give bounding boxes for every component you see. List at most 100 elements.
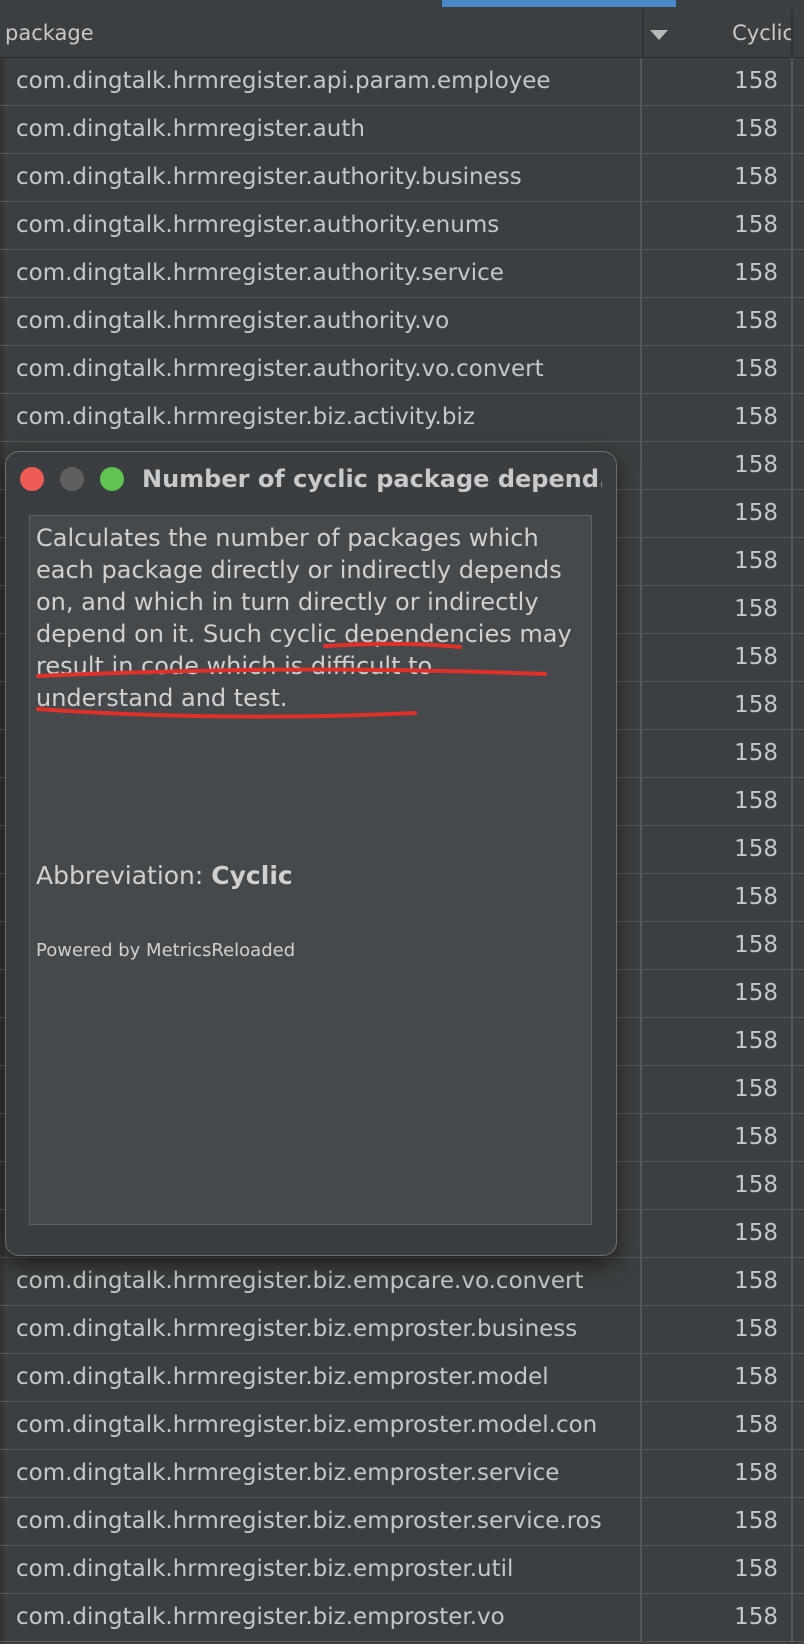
metric-description-popup: Number of cyclic package depend... Calcu… xyxy=(5,451,617,1256)
package-name-cell: com.dingtalk.hrmregister.authority.servi… xyxy=(16,260,504,286)
package-name-cell: com.dingtalk.hrmregister.biz.emproster.m… xyxy=(16,1364,549,1390)
cyclic-column-header[interactable]: Cyclic xyxy=(732,10,794,58)
cyclic-value-cell: 158 xyxy=(734,1508,778,1534)
column-divider xyxy=(640,826,642,873)
column-divider xyxy=(640,682,642,729)
cyclic-value-cell: 158 xyxy=(734,596,778,622)
table-row[interactable]: com.dingtalk.hrmregister.authority.servi… xyxy=(0,250,804,298)
column-divider-right xyxy=(791,874,793,921)
cyclic-value-cell: 158 xyxy=(734,1028,778,1054)
package-name-cell: com.dingtalk.hrmregister.authority.vo.co… xyxy=(16,356,544,382)
column-divider-right xyxy=(791,490,793,537)
table-row[interactable]: com.dingtalk.hrmregister.biz.emproster.b… xyxy=(0,1306,804,1354)
package-name-cell: com.dingtalk.hrmregister.authority.busin… xyxy=(16,164,522,190)
column-divider xyxy=(640,1018,642,1065)
column-divider-right xyxy=(791,922,793,969)
column-divider-right xyxy=(791,1450,793,1497)
table-row[interactable]: com.dingtalk.hrmregister.biz.emproster.m… xyxy=(0,1354,804,1402)
column-divider xyxy=(640,634,642,681)
table-row[interactable]: com.dingtalk.hrmregister.auth 158 xyxy=(0,106,804,154)
popup-title: Number of cyclic package depend... xyxy=(142,465,602,493)
column-divider-right xyxy=(791,1306,793,1353)
column-divider xyxy=(640,1402,642,1449)
cyclic-value-cell: 158 xyxy=(734,884,778,910)
powered-by-text: Powered by MetricsReloaded xyxy=(36,940,296,961)
table-row[interactable]: com.dingtalk.hrmregister.biz.emproster.s… xyxy=(0,1450,804,1498)
column-divider xyxy=(640,106,642,153)
package-name-cell: com.dingtalk.hrmregister.auth xyxy=(16,116,365,142)
table-row[interactable]: com.dingtalk.hrmregister.biz.emproster.m… xyxy=(0,1402,804,1450)
dropdown-arrow-icon[interactable] xyxy=(650,30,668,40)
column-divider-right xyxy=(791,970,793,1017)
column-divider xyxy=(640,1546,642,1593)
table-row[interactable]: com.dingtalk.hrmregister.biz.activity.bi… xyxy=(0,394,804,442)
column-divider-right xyxy=(791,154,793,201)
cyclic-value-cell: 158 xyxy=(734,1460,778,1486)
package-name-cell: com.dingtalk.hrmregister.biz.emproster.m… xyxy=(16,1412,598,1438)
cyclic-value-cell: 158 xyxy=(734,452,778,478)
cyclic-value-cell: 158 xyxy=(734,260,778,286)
column-divider xyxy=(640,490,642,537)
column-divider xyxy=(640,58,642,105)
column-divider xyxy=(640,298,642,345)
column-divider-right xyxy=(791,202,793,249)
table-row[interactable]: com.dingtalk.hrmregister.biz.emproster.s… xyxy=(0,1498,804,1546)
column-divider xyxy=(640,922,642,969)
abbreviation-value: Cyclic xyxy=(211,861,293,890)
cyclic-value-cell: 158 xyxy=(734,1556,778,1582)
column-divider-right xyxy=(791,1114,793,1161)
package-name-cell: com.dingtalk.hrmregister.biz.activity.bi… xyxy=(16,404,475,430)
cyclic-value-cell: 158 xyxy=(734,500,778,526)
table-row[interactable]: com.dingtalk.hrmregister.biz.empcare.vo.… xyxy=(0,1258,804,1306)
cyclic-value-cell: 158 xyxy=(734,1364,778,1390)
package-column-header[interactable]: package xyxy=(5,10,94,58)
table-row[interactable]: com.dingtalk.hrmregister.biz.emproster.u… xyxy=(0,1546,804,1594)
header-divider-right xyxy=(791,10,793,58)
package-name-cell: com.dingtalk.hrmregister.authority.vo xyxy=(16,308,450,334)
cyclic-value-cell: 158 xyxy=(734,68,778,94)
table-row[interactable]: com.dingtalk.hrmregister.authority.vo.co… xyxy=(0,346,804,394)
column-divider-right xyxy=(791,58,793,105)
cyclic-value-cell: 158 xyxy=(734,116,778,142)
column-divider-right xyxy=(791,826,793,873)
package-name-cell: com.dingtalk.hrmregister.biz.emproster.s… xyxy=(16,1460,560,1486)
cyclic-value-cell: 158 xyxy=(734,788,778,814)
column-divider-right xyxy=(791,1258,793,1305)
column-divider xyxy=(640,1162,642,1209)
table-row[interactable]: com.dingtalk.hrmregister.authority.busin… xyxy=(0,154,804,202)
cyclic-value-cell: 158 xyxy=(734,1220,778,1246)
cyclic-value-cell: 158 xyxy=(734,644,778,670)
column-divider xyxy=(640,1498,642,1545)
column-divider xyxy=(640,346,642,393)
table-row[interactable]: com.dingtalk.hrmregister.authority.enums… xyxy=(0,202,804,250)
cyclic-value-cell: 158 xyxy=(734,308,778,334)
cyclic-value-cell: 158 xyxy=(734,1412,778,1438)
column-divider-right xyxy=(791,442,793,489)
column-divider xyxy=(640,1210,642,1257)
column-divider xyxy=(640,586,642,633)
cyclic-value-cell: 158 xyxy=(734,356,778,382)
top-strip xyxy=(0,0,804,10)
column-divider-right xyxy=(791,1546,793,1593)
package-name-cell: com.dingtalk.hrmregister.authority.enums xyxy=(16,212,500,238)
table-row[interactable]: com.dingtalk.hrmregister.biz.emproster.v… xyxy=(0,1594,804,1642)
table-row[interactable]: com.dingtalk.hrmregister.api.param.emplo… xyxy=(0,58,804,106)
table-row[interactable]: com.dingtalk.hrmregister.authority.vo 158 xyxy=(0,298,804,346)
column-divider-right xyxy=(791,1210,793,1257)
column-divider-right xyxy=(791,1402,793,1449)
cyclic-value-cell: 158 xyxy=(734,212,778,238)
minimize-window-button[interactable] xyxy=(60,467,84,491)
cyclic-value-cell: 158 xyxy=(734,692,778,718)
close-window-button[interactable] xyxy=(20,467,44,491)
cyclic-value-cell: 158 xyxy=(734,740,778,766)
column-divider-right xyxy=(791,682,793,729)
abbreviation-line: Abbreviation: Cyclic xyxy=(36,861,293,890)
metric-description: Calculates the number of packages which … xyxy=(36,522,576,714)
column-divider-right xyxy=(791,538,793,585)
metrics-window: package Cyclic com.dingtalk.hrmregister.… xyxy=(0,0,804,1644)
column-divider-right xyxy=(791,778,793,825)
maximize-window-button[interactable] xyxy=(100,467,124,491)
package-name-cell: com.dingtalk.hrmregister.biz.empcare.vo.… xyxy=(16,1268,584,1294)
cyclic-value-cell: 158 xyxy=(734,932,778,958)
table-header: package Cyclic xyxy=(0,10,804,58)
